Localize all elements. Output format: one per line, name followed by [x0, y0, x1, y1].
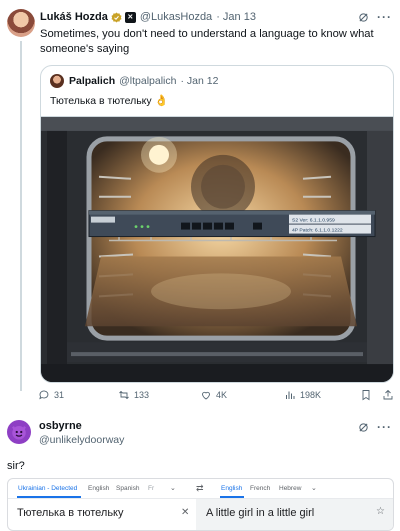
device-label-2: 4P Patch: 6.1.1.0.1222 — [292, 228, 343, 234]
source-text[interactable]: Тютелька в тютельку — [17, 507, 124, 519]
source-lang-english-tab[interactable]: English — [88, 485, 109, 492]
quote-author-name: Palpalich — [69, 75, 116, 87]
retweet-icon — [119, 390, 129, 400]
quoted-tweet[interactable]: Palpalich @ltpalpalich · Jan 12 Тютелька… — [40, 65, 394, 383]
reply-text: sir? — [7, 460, 25, 472]
quote-header: Palpalich @ltpalpalich · Jan 12 — [50, 74, 218, 88]
ok-hand-emoji: 👌 — [154, 95, 169, 107]
retweet-count: 133 — [134, 390, 150, 400]
more-icon[interactable]: ··· — [377, 10, 392, 24]
views-count: 198K — [300, 390, 322, 400]
source-lang-more-tab[interactable]: Fr — [148, 485, 154, 492]
reply-header-actions: ··· — [358, 420, 392, 434]
translated-text: A little girl in a little girl — [206, 507, 315, 519]
target-tab-underline — [220, 496, 244, 498]
tweet-header: Lukáš Hozda ✕ @LukasHozda · Jan 13 ··· — [40, 9, 392, 25]
star-icon[interactable]: ☆ — [376, 506, 385, 517]
bookmark-icon[interactable] — [360, 389, 372, 401]
author-avatar[interactable] — [7, 9, 35, 37]
author-handle[interactable]: @LukasHozda — [140, 11, 212, 23]
translator-panel: Ukrainian - Detected English Spanish Fr … — [7, 478, 394, 531]
language-bar: Ukrainian - Detected English Spanish Fr … — [8, 479, 393, 499]
reply-icon — [39, 390, 49, 400]
clear-source-icon[interactable]: ✕ — [181, 507, 189, 518]
tweet-text: Sometimes, you don't need to understand … — [40, 28, 374, 55]
reply-button[interactable]: 31 — [38, 389, 118, 401]
chevron-down-icon[interactable]: ⌄ — [311, 484, 317, 492]
oven-router-photo[interactable]: S2 Ver: 6.1.1.0.959 4P Patch: 6.1.1.0.12… — [41, 116, 393, 382]
target-lang-english-tab[interactable]: English — [221, 485, 242, 492]
affiliate-badge-icon[interactable]: ✕ — [124, 11, 136, 23]
quote-text: Тютелька в тютельку — [50, 94, 152, 107]
views-button[interactable]: 198K — [284, 389, 354, 401]
quote-author-handle: @ltpalpalich — [119, 75, 177, 87]
quote-text-row: Тютелька в тютельку 👌 — [50, 94, 169, 108]
heart-icon — [202, 391, 210, 400]
like-count: 4K — [216, 390, 228, 400]
quote-author-avatar — [50, 74, 64, 88]
source-lang-detected-tab[interactable]: Ukrainian - Detected — [18, 485, 77, 492]
reply-count: 31 — [54, 390, 65, 400]
purple-devil-emoji-icon — [12, 426, 26, 440]
more-icon[interactable]: ··· — [377, 420, 392, 434]
reply-author-avatar[interactable] — [7, 420, 31, 444]
tweet-date[interactable]: · Jan 13 — [216, 11, 256, 23]
source-text-area[interactable]: Тютелька в тютельку ✕ — [8, 499, 196, 530]
like-button[interactable]: 4K — [200, 389, 284, 401]
device-label-1: S2 Ver: 6.1.1.0.959 — [292, 218, 335, 224]
share-icon[interactable] — [382, 389, 394, 401]
quote-date: · Jan 12 — [180, 75, 219, 87]
swap-languages-icon[interactable]: ⇄ — [196, 483, 204, 494]
retweet-button[interactable]: 133 — [118, 389, 200, 401]
tweet-actions: 31 133 4K 198K — [38, 387, 394, 403]
chevron-down-icon[interactable]: ⌄ — [170, 484, 176, 492]
verified-badge-icon — [111, 12, 122, 22]
translation-output-area: A little girl in a little girl ☆ — [196, 499, 393, 530]
views-chart-icon — [286, 391, 295, 399]
thread-line — [20, 41, 22, 391]
target-lang-french-tab[interactable]: French — [250, 485, 270, 492]
reply-author-name[interactable]: osbyrne — [39, 420, 82, 432]
author-name[interactable]: Lukáš Hozda — [40, 11, 108, 23]
reply-author-handle[interactable]: @unlikelydoorway — [39, 434, 124, 446]
source-tab-underline — [17, 496, 81, 498]
grok-icon[interactable] — [358, 12, 369, 23]
target-lang-hebrew-tab[interactable]: Hebrew — [279, 485, 301, 492]
source-lang-spanish-tab[interactable]: Spanish — [116, 485, 140, 492]
grok-icon[interactable] — [358, 422, 369, 433]
main-tweet: Lukáš Hozda ✕ @LukasHozda · Jan 13 ··· S… — [0, 0, 400, 401]
